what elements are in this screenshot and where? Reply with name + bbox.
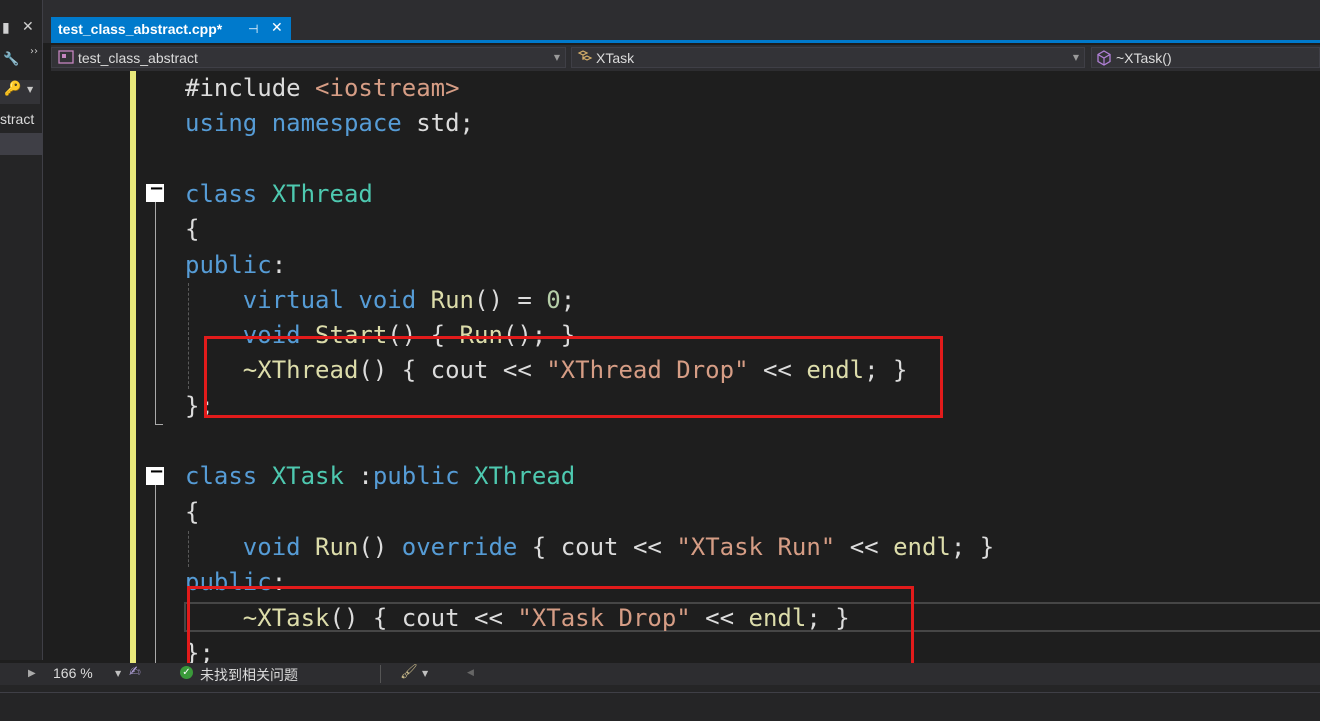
close-icon[interactable]: ✕	[271, 20, 283, 36]
issues-status[interactable]: 未找到相关问题	[200, 665, 298, 685]
scope-dropdown[interactable]: XTask ▼	[571, 47, 1085, 68]
code-token: Run	[315, 532, 359, 561]
code-token: XThread	[271, 179, 373, 208]
code-line[interactable]: class XTask :public XThread	[185, 459, 575, 494]
code-token: endl	[893, 532, 951, 561]
code-token: <iostream>	[315, 74, 460, 102]
feedback-icon[interactable]: ✍	[129, 664, 141, 680]
code-token: { cout <<	[517, 532, 677, 561]
code-line[interactable]: void Run() override { cout << "XTask Run…	[185, 530, 994, 565]
scope-label: XTask	[596, 50, 635, 66]
divider	[0, 692, 1320, 693]
method-icon	[1096, 50, 1112, 70]
code-line[interactable]: {	[185, 495, 199, 530]
fold-end	[155, 424, 163, 425]
code-token: std;	[401, 109, 474, 138]
code-token: void	[242, 532, 301, 561]
chevron-right-icon[interactable]: ▶	[28, 668, 36, 679]
chevron-down-icon[interactable]: ▼	[27, 85, 33, 94]
code-token: public	[185, 250, 272, 279]
check-icon: ✓	[180, 666, 193, 679]
bottom-panel	[0, 685, 1320, 721]
overflow-icon[interactable]: ››	[30, 46, 38, 57]
solution-explorer-panel: ▮ ✕ 🔧 ›› 🔑 ▼ stract	[0, 0, 43, 660]
chevron-down-icon[interactable]: ▼	[554, 53, 560, 62]
code-token: <<	[835, 532, 894, 561]
pin-icon[interactable]: ▮	[2, 20, 10, 36]
code-token: using	[185, 109, 258, 138]
project-dropdown[interactable]: test_class_abstract ▼	[51, 47, 566, 68]
project-label: test_class_abstract	[78, 50, 198, 66]
brush-icon[interactable]: 🖌	[400, 664, 418, 680]
tree-item-label[interactable]: stract	[0, 111, 34, 127]
left-status: ▶	[0, 663, 43, 685]
code-token: ()	[358, 532, 402, 561]
code-token: 0	[546, 285, 561, 314]
code-token: {	[185, 497, 200, 526]
code-token: void	[358, 285, 417, 314]
scroll-left-icon[interactable]: ◀	[467, 668, 474, 678]
selected-tree-item[interactable]	[0, 133, 43, 155]
change-tracking-bar	[130, 71, 136, 663]
annotation-box-xtask-destructor	[187, 586, 914, 663]
chevron-down-icon[interactable]: ▼	[422, 669, 428, 678]
fold-line	[155, 485, 156, 663]
panel-divider[interactable]	[42, 0, 43, 660]
annotation-box-xthread-destructor	[204, 336, 943, 418]
class-icon	[576, 50, 594, 68]
code-token: public	[372, 462, 460, 491]
code-token: :	[271, 250, 287, 279]
code-token: "XTask Run"	[676, 532, 836, 561]
key-icon[interactable]: 🔑	[4, 81, 21, 97]
code-token: class	[185, 179, 258, 208]
code-line[interactable]: virtual void Run() = 0;	[185, 283, 575, 318]
collapse-toggle-xtask[interactable]: −	[146, 461, 164, 485]
editor-status-bar: 166 % ▼ ✍ ✓ 未找到相关问题 🖌 ▼ ◀	[43, 663, 1320, 685]
member-label: ~XTask()	[1116, 50, 1172, 66]
code-token: virtual	[242, 285, 344, 314]
navigation-bar: test_class_abstract ▼ XTask ▼ ~XTask()	[51, 45, 1320, 71]
chevron-down-icon[interactable]: ▼	[1073, 53, 1079, 62]
code-token: ; }	[950, 532, 995, 561]
code-token: class	[185, 462, 258, 491]
zoom-level[interactable]: 166 %	[53, 665, 93, 681]
fold-line	[155, 202, 156, 425]
code-token: ;	[560, 285, 576, 314]
code-line[interactable]: using namespace std;	[185, 106, 474, 141]
code-token: :	[343, 462, 373, 491]
pin-icon[interactable]: ⊣	[248, 22, 258, 36]
tab-test-class-abstract[interactable]: test_class_abstract.cpp* ⊣ ✕	[51, 17, 291, 43]
code-token: () =	[474, 285, 547, 314]
code-editor[interactable]: − − #include <iostream> using namespace s…	[51, 71, 1320, 663]
code-token: namespace	[271, 109, 402, 138]
code-line[interactable]: public:	[185, 248, 286, 283]
code-line[interactable]: #include <iostream>	[185, 71, 460, 106]
code-token: XTask	[271, 462, 344, 491]
code-token: override	[401, 532, 518, 561]
divider	[380, 665, 381, 683]
code-token: {	[185, 215, 200, 244]
code-token: XThread	[474, 462, 576, 491]
code-token: #include	[185, 74, 316, 102]
code-line[interactable]: class XThread	[185, 177, 373, 212]
tab-title: test_class_abstract.cpp*	[58, 21, 223, 37]
code-line[interactable]: {	[185, 212, 199, 247]
project-icon	[58, 50, 74, 68]
collapse-toggle-xthread[interactable]: −	[146, 178, 164, 202]
chevron-down-icon[interactable]: ▼	[115, 669, 121, 678]
member-dropdown[interactable]: ~XTask()	[1091, 47, 1320, 68]
wrench-icon[interactable]: 🔧	[3, 52, 19, 67]
code-token: Run	[430, 285, 475, 314]
close-icon[interactable]: ✕	[22, 19, 34, 35]
